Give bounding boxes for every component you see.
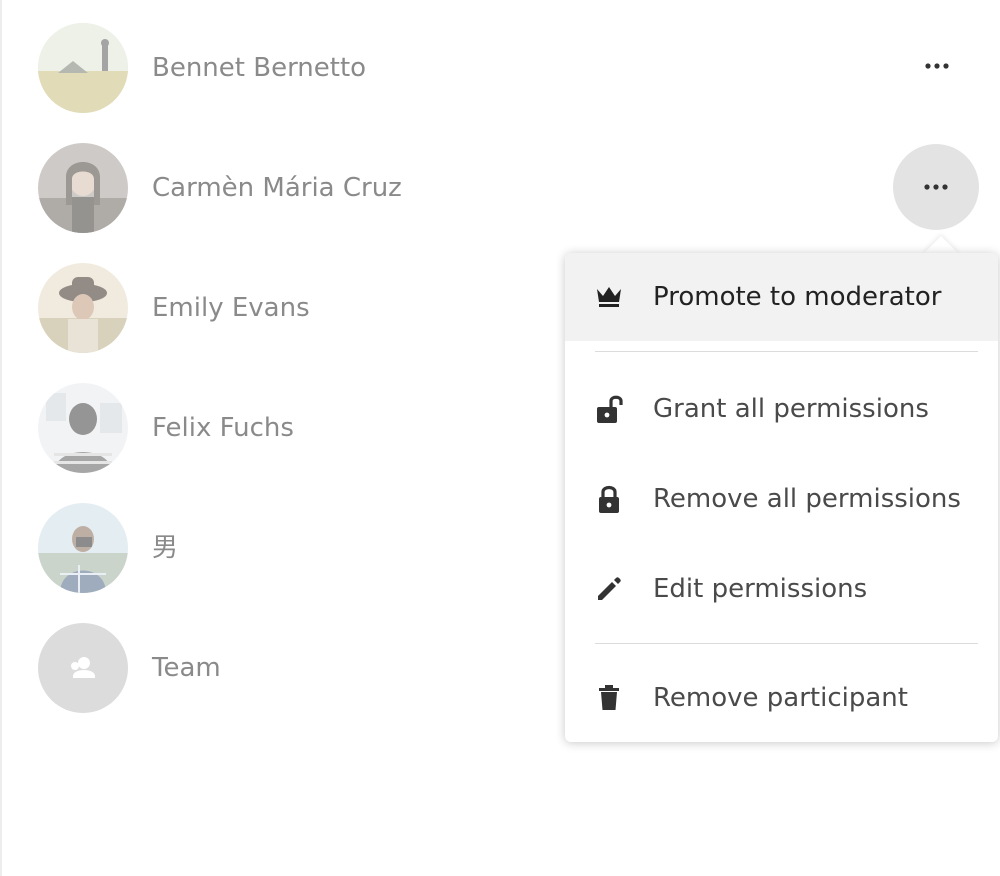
participants-pane: Bennet Bernetto Carmèn Mária Cruz Emily …	[0, 0, 1000, 876]
menu-item-grant-all-permissions[interactable]: Grant all permissions	[565, 365, 998, 453]
menu-item-label: Promote to moderator	[653, 282, 942, 312]
avatar[interactable]	[38, 263, 128, 353]
menu-item-label: Grant all permissions	[653, 394, 929, 424]
trash-icon	[593, 682, 625, 714]
more-actions-button[interactable]	[894, 23, 980, 109]
menu-item-remove-all-permissions[interactable]: Remove all permissions	[565, 455, 998, 543]
avatar[interactable]	[38, 143, 128, 233]
pencil-icon	[593, 573, 625, 605]
menu-separator	[595, 643, 978, 644]
participant-name: Bennet Bernetto	[152, 53, 367, 83]
lock-icon	[593, 483, 625, 515]
more-actions-button[interactable]	[893, 144, 979, 230]
menu-item-label: Remove participant	[653, 683, 908, 713]
menu-separator	[595, 351, 978, 352]
menu-item-remove-participant[interactable]: Remove participant	[565, 654, 998, 742]
menu-item-edit-permissions[interactable]: Edit permissions	[565, 545, 998, 633]
lock-open-icon	[593, 393, 625, 425]
participant-row-carmen-maria-cruz[interactable]: Carmèn Mária Cruz	[38, 143, 988, 233]
participant-name: Carmèn Mária Cruz	[152, 173, 402, 203]
menu-item-label: Edit permissions	[653, 574, 868, 604]
menu-item-promote-to-moderator[interactable]: Promote to moderator	[565, 253, 998, 341]
crown-icon	[593, 281, 625, 313]
menu-item-label: Remove all permissions	[653, 484, 961, 514]
participant-row-bennet-bernetto[interactable]: Bennet Bernetto	[38, 23, 988, 113]
avatar[interactable]	[38, 383, 128, 473]
participant-name: Emily Evans	[152, 293, 310, 323]
avatar[interactable]	[38, 23, 128, 113]
avatar[interactable]	[38, 623, 128, 713]
participant-name: 男	[152, 533, 179, 563]
more-dots-icon	[924, 184, 948, 190]
participant-name: Team	[152, 653, 221, 683]
more-dots-icon	[925, 63, 949, 69]
avatar[interactable]	[38, 503, 128, 593]
menu-arrow	[923, 236, 959, 254]
participant-name: Felix Fuchs	[152, 413, 294, 443]
participant-actions-menu: Promote to moderator Grant all permissio…	[565, 253, 998, 742]
